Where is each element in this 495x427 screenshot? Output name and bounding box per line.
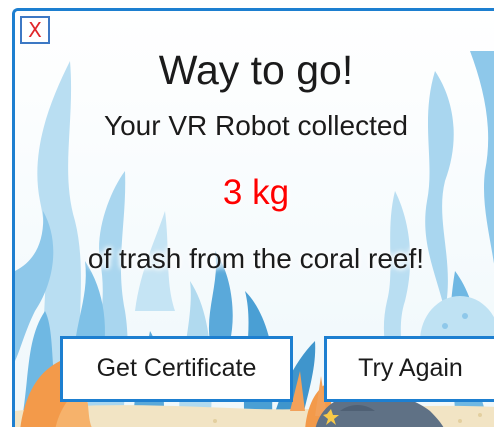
try-again-label: Try Again xyxy=(358,354,463,382)
close-button[interactable]: X xyxy=(20,16,50,44)
dialog-title: Way to go! xyxy=(158,47,354,93)
try-again-button[interactable]: Try Again xyxy=(324,336,494,402)
trash-amount: 3 kg xyxy=(222,173,290,212)
message-line-1: Your VR Robot collected xyxy=(103,110,409,141)
get-certificate-label: Get Certificate xyxy=(96,354,257,382)
get-certificate-button[interactable]: Get Certificate xyxy=(60,336,293,402)
message-line-2: of trash from the coral reef! xyxy=(87,243,425,274)
close-icon: X xyxy=(28,18,42,42)
result-dialog: X Way to go! Your VR Robot collected 3 k… xyxy=(12,8,494,427)
